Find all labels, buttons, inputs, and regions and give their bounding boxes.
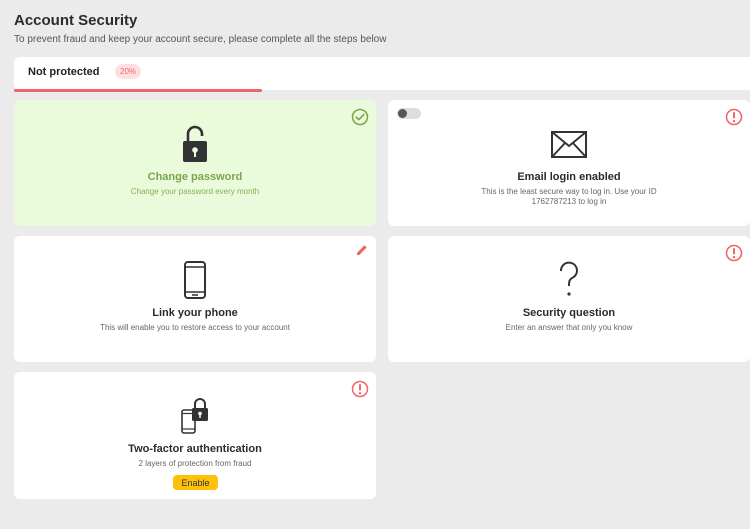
security-question-description: Enter an answer that only you know bbox=[505, 323, 633, 332]
email-login-title: Email login enabled bbox=[517, 171, 621, 183]
protection-progress-fill bbox=[14, 89, 262, 92]
change-password-card[interactable]: Change password Change your password eve… bbox=[14, 100, 376, 226]
two-factor-title: Two-factor authentication bbox=[128, 443, 262, 455]
unlocked-padlock-icon bbox=[183, 125, 207, 162]
email-login-toggle[interactable] bbox=[397, 108, 421, 119]
envelope-icon bbox=[551, 131, 587, 158]
email-login-description: This is the least secure way to log in. … bbox=[481, 187, 657, 206]
question-mark-icon bbox=[559, 261, 578, 296]
page-title: Account Security bbox=[14, 12, 138, 29]
security-question-title: Security question bbox=[522, 307, 616, 319]
change-password-title: Change password bbox=[147, 171, 243, 183]
toggle-knob bbox=[398, 109, 407, 118]
change-password-description: Change your password every month bbox=[130, 187, 260, 196]
phone-with-padlock-icon bbox=[181, 398, 208, 434]
check-circle-icon bbox=[351, 108, 369, 126]
warning-circle-icon bbox=[725, 244, 743, 262]
warning-circle-icon bbox=[351, 380, 369, 398]
link-phone-description: This will enable you to restore access t… bbox=[100, 323, 290, 332]
two-factor-card[interactable]: Two-factor authentication 2 layers of pr… bbox=[14, 372, 376, 499]
link-phone-title: Link your phone bbox=[152, 307, 238, 319]
two-factor-description: 2 layers of protection from fraud bbox=[138, 459, 252, 468]
protection-percent-badge: 20% bbox=[115, 64, 142, 79]
enable-two-factor-button[interactable]: Enable bbox=[173, 475, 218, 490]
pencil-icon[interactable] bbox=[356, 244, 368, 256]
smartphone-icon bbox=[184, 261, 206, 299]
protection-status-label: Not protected bbox=[28, 66, 100, 78]
warning-circle-icon bbox=[725, 108, 743, 126]
page-subtitle: To prevent fraud and keep your account s… bbox=[14, 34, 387, 45]
link-phone-card[interactable]: Link your phone This will enable you to … bbox=[14, 236, 376, 362]
protection-progress-track bbox=[14, 89, 750, 92]
protection-status-bar: Not protected 20% bbox=[14, 57, 750, 92]
email-login-card[interactable]: Email login enabled This is the least se… bbox=[388, 100, 750, 226]
security-question-card[interactable]: Security question Enter an answer that o… bbox=[388, 236, 750, 362]
